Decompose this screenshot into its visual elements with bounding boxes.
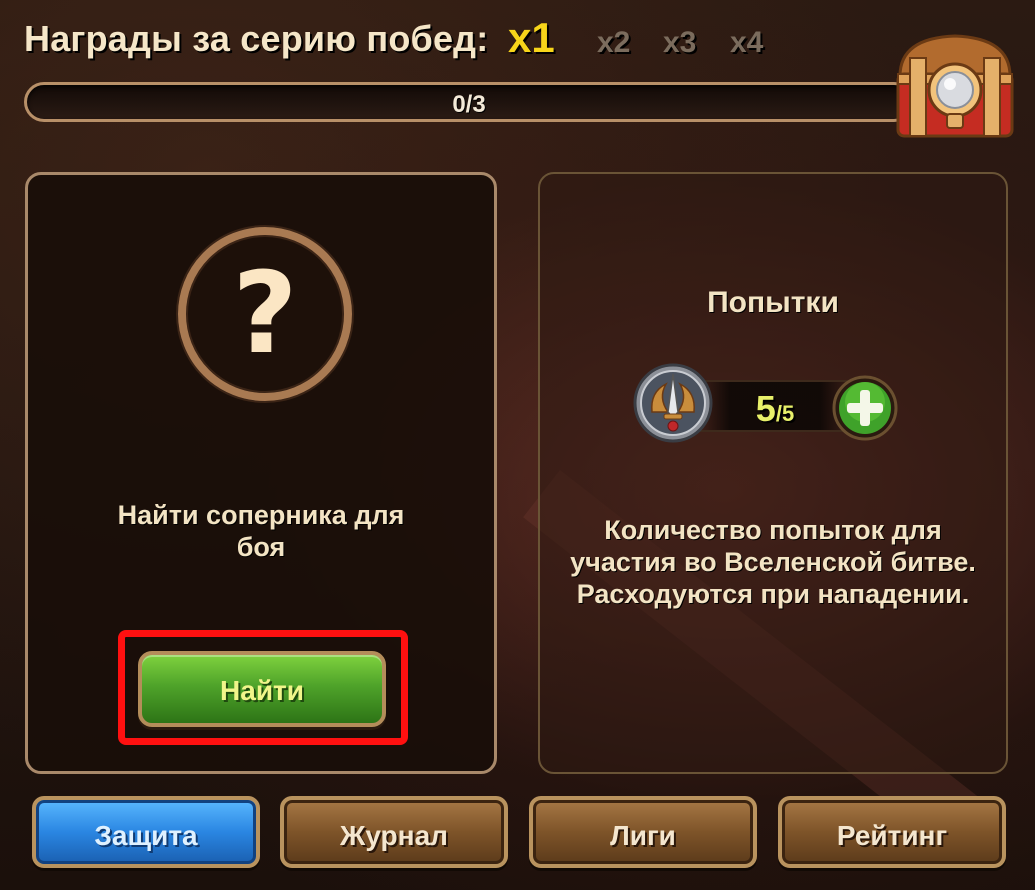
multiplier-x2: x2 xyxy=(597,26,631,59)
tab-rating-label: Рейтинг xyxy=(836,820,948,851)
tab-defense-label: Защита xyxy=(94,820,198,851)
attempts-current: 5 xyxy=(755,388,776,429)
multiplier-x3: x3 xyxy=(663,26,697,59)
add-attempts-button[interactable] xyxy=(831,374,899,442)
tab-defense[interactable]: Защита xyxy=(32,796,260,868)
tab-journal-label: Журнал xyxy=(340,820,448,851)
tab-journal[interactable]: Журнал xyxy=(280,796,508,868)
tab-leagues[interactable]: Лиги xyxy=(529,796,757,868)
progress-text: 0/3 xyxy=(452,91,486,118)
multiplier-x4: x4 xyxy=(730,26,764,59)
attempts-max: /5 xyxy=(775,401,795,426)
find-button-label: Найти xyxy=(220,675,304,706)
sword-emblem-icon xyxy=(632,362,714,444)
streak-progress-bar: 0/3 xyxy=(24,82,914,122)
question-icon: ? xyxy=(178,227,352,401)
treasure-chest-icon[interactable] xyxy=(890,28,1020,143)
multiplier-x1: x1 xyxy=(508,14,555,61)
attempts-counter: 5/5 xyxy=(700,380,850,432)
question-mark: ? xyxy=(232,249,298,379)
tab-rating[interactable]: Рейтинг xyxy=(778,796,1006,868)
tab-leagues-label: Лиги xyxy=(610,820,676,851)
attempts-panel: Попытки 5/5 Количество попыток для участ… xyxy=(538,172,1008,774)
find-button[interactable]: Найти xyxy=(138,651,386,727)
attempts-title: Попытки xyxy=(707,286,839,319)
page-title: Награды за серию побед: xyxy=(24,18,489,59)
find-opponent-text: Найти соперника для боя xyxy=(117,500,405,562)
attempts-description: Количество попыток для участия во Вселен… xyxy=(570,515,976,609)
plus-icon xyxy=(832,375,898,441)
